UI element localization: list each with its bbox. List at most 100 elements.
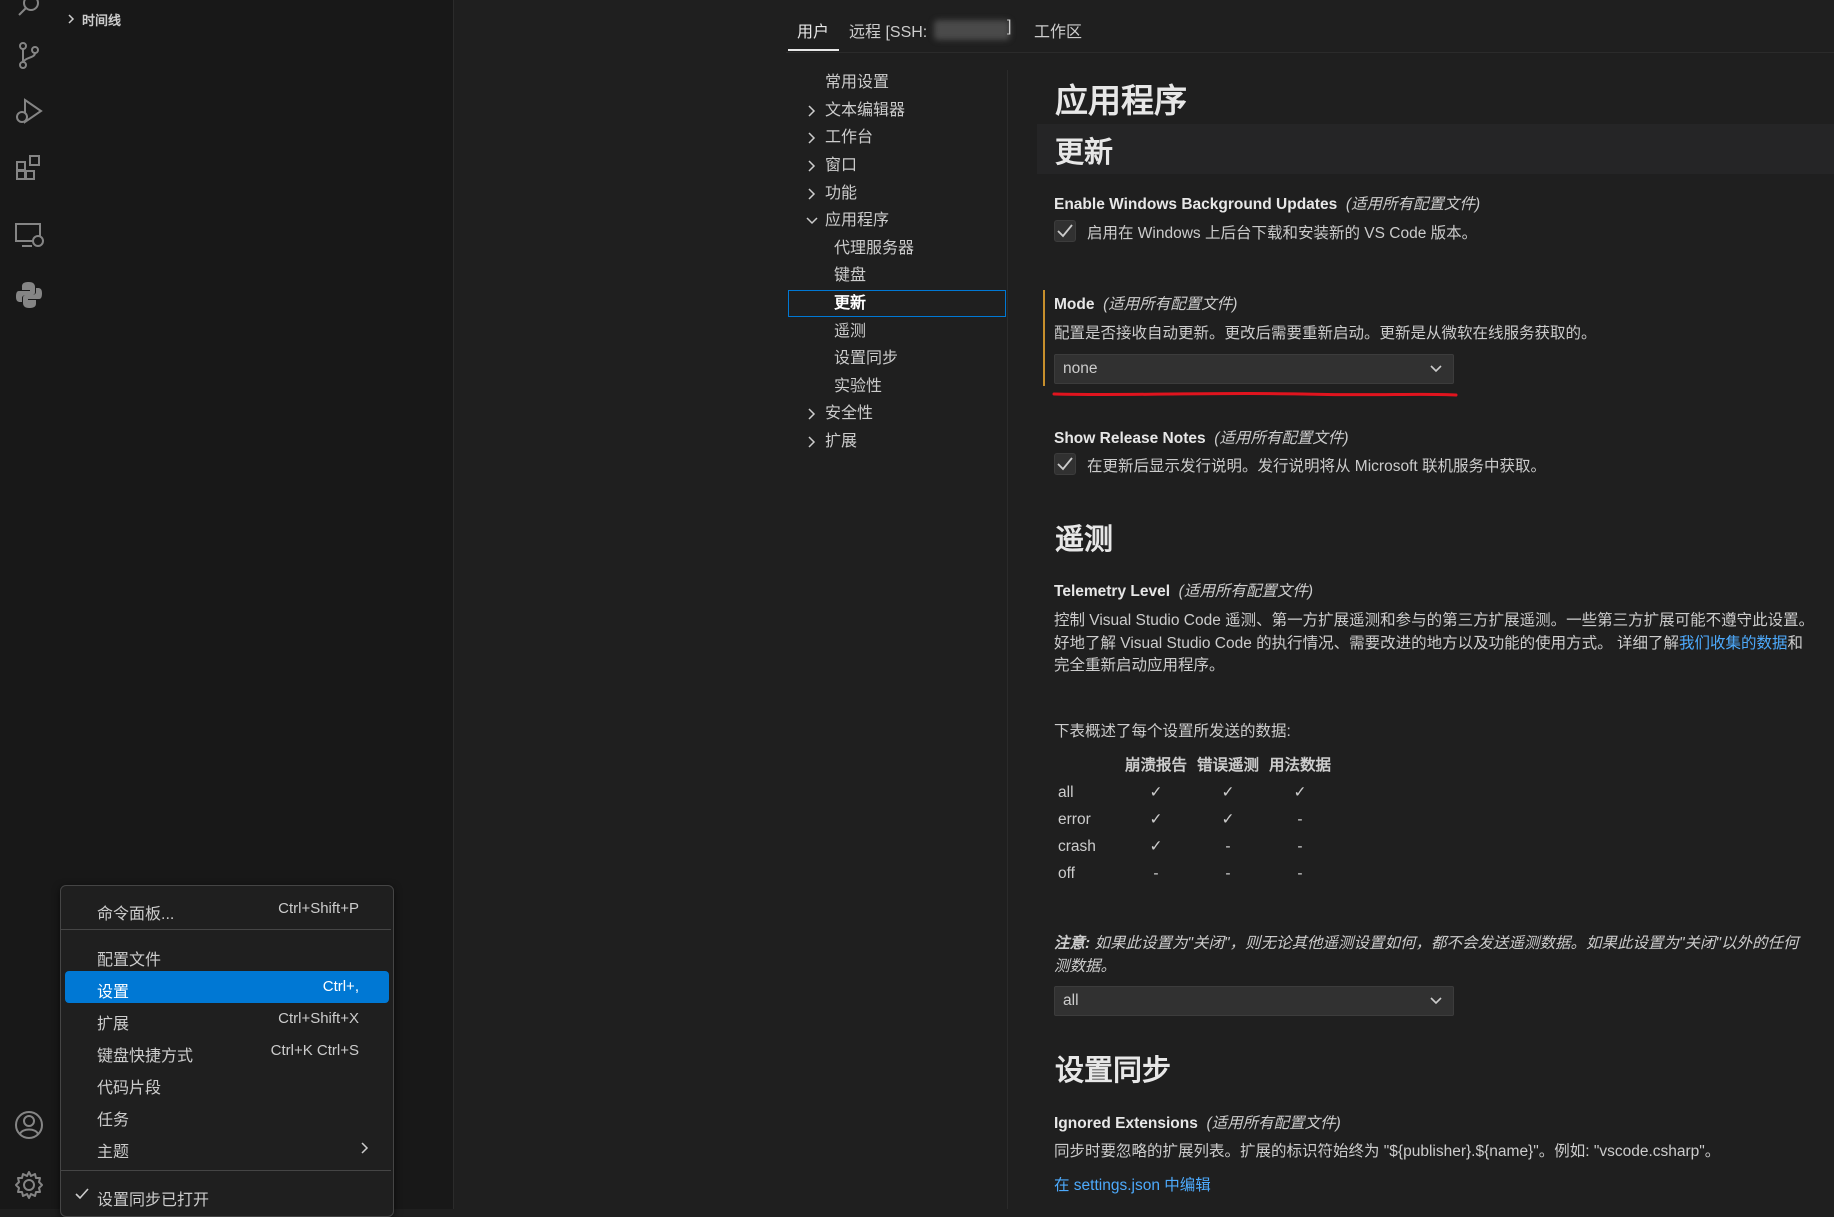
table-cell: ✓ (1221, 784, 1235, 801)
menu-item-label: 配置文件 (97, 952, 162, 969)
toc-item-workbench[interactable]: 工作台 (825, 125, 873, 151)
table-cell: - (1297, 837, 1303, 855)
toc-item-security[interactable]: 安全性 (825, 401, 873, 427)
table-cell: - (1297, 810, 1303, 828)
table-cell: - (1297, 864, 1303, 882)
table-cell: ✓ (1149, 811, 1163, 828)
scope-label: (适用所有配置文件) (1206, 1115, 1341, 1132)
menu-item-profiles[interactable]: 配置文件 (65, 939, 389, 971)
setting-title-release-notes: Show Release Notes (适用所有配置文件) (1054, 426, 1349, 448)
chevron-right-icon (66, 13, 76, 25)
python-icon[interactable] (0, 268, 58, 322)
setting-title-telemetry: Telemetry Level (适用所有配置文件) (1054, 579, 1313, 601)
menu-item-label: 任务 (97, 1112, 130, 1129)
settings-editor (454, 0, 1834, 1209)
extensions-icon[interactable] (0, 140, 58, 194)
chevron-right-icon (805, 104, 819, 118)
note-label: 注意: (1054, 935, 1091, 952)
menu-item-extensions[interactable]: 扩展 Ctrl+Shift+X (65, 1003, 389, 1035)
menu-item-label: 设置 (97, 984, 130, 1001)
toc-item-update[interactable]: 更新 (834, 291, 866, 317)
toc-item-experimental[interactable]: 实验性 (834, 374, 882, 400)
setting-desc-mode: 配置是否接收自动更新。更改后需要重新启动。更新是从微软在线服务获取的。 (1054, 325, 1597, 342)
tab-user[interactable]: 用户 (797, 18, 829, 42)
account-icon[interactable] (0, 1098, 58, 1152)
menu-item-label: 键盘快捷方式 (97, 1048, 194, 1065)
bg-updates-checkbox[interactable] (1054, 220, 1076, 242)
menu-item-settings[interactable]: 设置 Ctrl+, (65, 971, 389, 1003)
check-icon (75, 1188, 89, 1200)
menu-item-shortcut: Ctrl+Shift+X (278, 1010, 359, 1027)
release-notes-checkbox[interactable] (1054, 453, 1076, 475)
setting-desc-telemetry-1: 控制 Visual Studio Code 遥测、第一方扩展遥测和参与的第三方扩… (1054, 612, 1815, 629)
table-cell: - (1225, 864, 1231, 882)
data-collection-link[interactable]: 我们收集的数据 (1679, 635, 1788, 652)
menu-item-keyboard-shortcuts[interactable]: 键盘快捷方式 Ctrl+K Ctrl+S (65, 1035, 389, 1067)
setting-desc-ignored-extensions: 同步时要忽略的扩展列表。扩展的标识符始终为 "${publisher}.${na… (1054, 1143, 1721, 1160)
menu-item-label: 命令面板... (97, 906, 175, 923)
table-row: off - - - (1054, 860, 1336, 887)
select-value: none (1063, 360, 1098, 377)
toc-item-telemetry[interactable]: 遥测 (834, 319, 866, 345)
chevron-down-icon (805, 214, 819, 228)
toc-item-common[interactable]: 常用设置 (825, 70, 889, 96)
table-header: 崩溃报告 (1124, 757, 1187, 774)
section-title-settings-sync: 设置同步 (1055, 1055, 1172, 1087)
scope-label: (适用所有配置文件) (1178, 583, 1313, 600)
table-row: error ✓ ✓ - (1054, 806, 1336, 833)
telemetry-table: 崩溃报告 错误遥测 用法数据 all ✓ ✓ ✓ error ✓ ✓ - cra… (1054, 749, 1336, 887)
setting-desc-bg-updates: 启用在 Windows 上后台下载和安装新的 VS Code 版本。 (1087, 225, 1478, 242)
menu-item-label: 主题 (97, 1144, 130, 1161)
toc-item-application[interactable]: 应用程序 (825, 208, 889, 234)
source-control-icon[interactable] (0, 28, 58, 82)
setting-title-mode: Mode (适用所有配置文件) (1054, 292, 1237, 314)
note-text: 如果此设置为"关闭"，则无论其他遥测设置如何，都不会发送遥测数据。如果此设置为"… (1090, 935, 1799, 952)
table-cell-level: crash (1058, 837, 1096, 855)
scope-label: (适用所有配置文件) (1103, 296, 1238, 313)
toc-item-settings-sync[interactable]: 设置同步 (834, 346, 898, 372)
sticky-section-header (1037, 124, 1834, 174)
mode-select[interactable]: none (1054, 354, 1454, 384)
desc-text: 和 (1787, 635, 1804, 652)
telemetry-note-line-1: 注意: 如果此设置为"关闭"，则无论其他遥测设置如何，都不会发送遥测数据。如果此… (1054, 931, 1799, 953)
manage-menu: 命令面板... Ctrl+Shift+P 配置文件 设置 Ctrl+, 扩展 C… (60, 885, 394, 1217)
setting-title-ignored-extensions: Ignored Extensions (适用所有配置文件) (1054, 1111, 1341, 1133)
remote-explorer-icon[interactable] (0, 208, 58, 262)
menu-item-settings-sync[interactable]: 设置同步已打开 (65, 1179, 389, 1211)
table-row: crash ✓ - - (1054, 833, 1336, 860)
menu-item-label: 设置同步已打开 (97, 1192, 210, 1209)
setting-desc-telemetry-2: 好地了解 Visual Studio Code 的执行情况、需要改进的地方以及功… (1054, 631, 1803, 653)
tab-remote[interactable]: 远程 [SSH: (849, 18, 927, 42)
toc-item-text-editor[interactable]: 文本编辑器 (825, 98, 905, 124)
menu-item-tasks[interactable]: 任务 (65, 1099, 389, 1131)
scope-label: (适用所有配置文件) (1345, 196, 1481, 213)
timeline-section-header[interactable]: 时间线 (66, 8, 121, 30)
setting-desc-release-notes: 在更新后显示发行说明。发行说明将从 Microsoft 联机服务中获取。 (1087, 458, 1546, 475)
menu-item-themes[interactable]: 主题 (65, 1131, 389, 1163)
table-cell: ✓ (1221, 811, 1235, 828)
edit-in-settings-json-link[interactable]: 在 settings.json 中编辑 (1054, 1173, 1211, 1195)
timeline-label: 时间线 (82, 12, 122, 28)
run-debug-icon[interactable] (0, 84, 58, 138)
table-cell-level: off (1058, 864, 1075, 882)
scope-label: (适用所有配置文件) (1214, 430, 1349, 447)
table-cell: ✓ (1149, 838, 1163, 855)
tab-remote-close-bracket: ] (1007, 18, 1012, 35)
menu-item-command-palette[interactable]: 命令面板... Ctrl+Shift+P (65, 893, 389, 925)
chevron-right-icon (805, 159, 819, 173)
toc-item-keyboard[interactable]: 键盘 (834, 263, 866, 289)
tab-workspace[interactable]: 工作区 (1034, 18, 1082, 42)
toc-item-window[interactable]: 窗口 (825, 153, 857, 179)
menu-separator (61, 929, 391, 930)
setting-name: Ignored Extensions (1054, 1115, 1198, 1132)
menu-item-snippets[interactable]: 代码片段 (65, 1067, 389, 1099)
manage-gear-icon[interactable] (0, 1158, 58, 1212)
chevron-down-icon (1429, 363, 1443, 375)
telemetry-level-select[interactable]: all (1054, 986, 1454, 1016)
toc-item-proxy[interactable]: 代理服务器 (834, 236, 914, 262)
chevron-right-icon (805, 407, 819, 421)
activity-bar (0, 0, 59, 1209)
toc-item-extensions[interactable]: 扩展 (825, 429, 857, 455)
toc-item-features[interactable]: 功能 (825, 181, 857, 207)
toc-selection-outline (788, 290, 1006, 317)
